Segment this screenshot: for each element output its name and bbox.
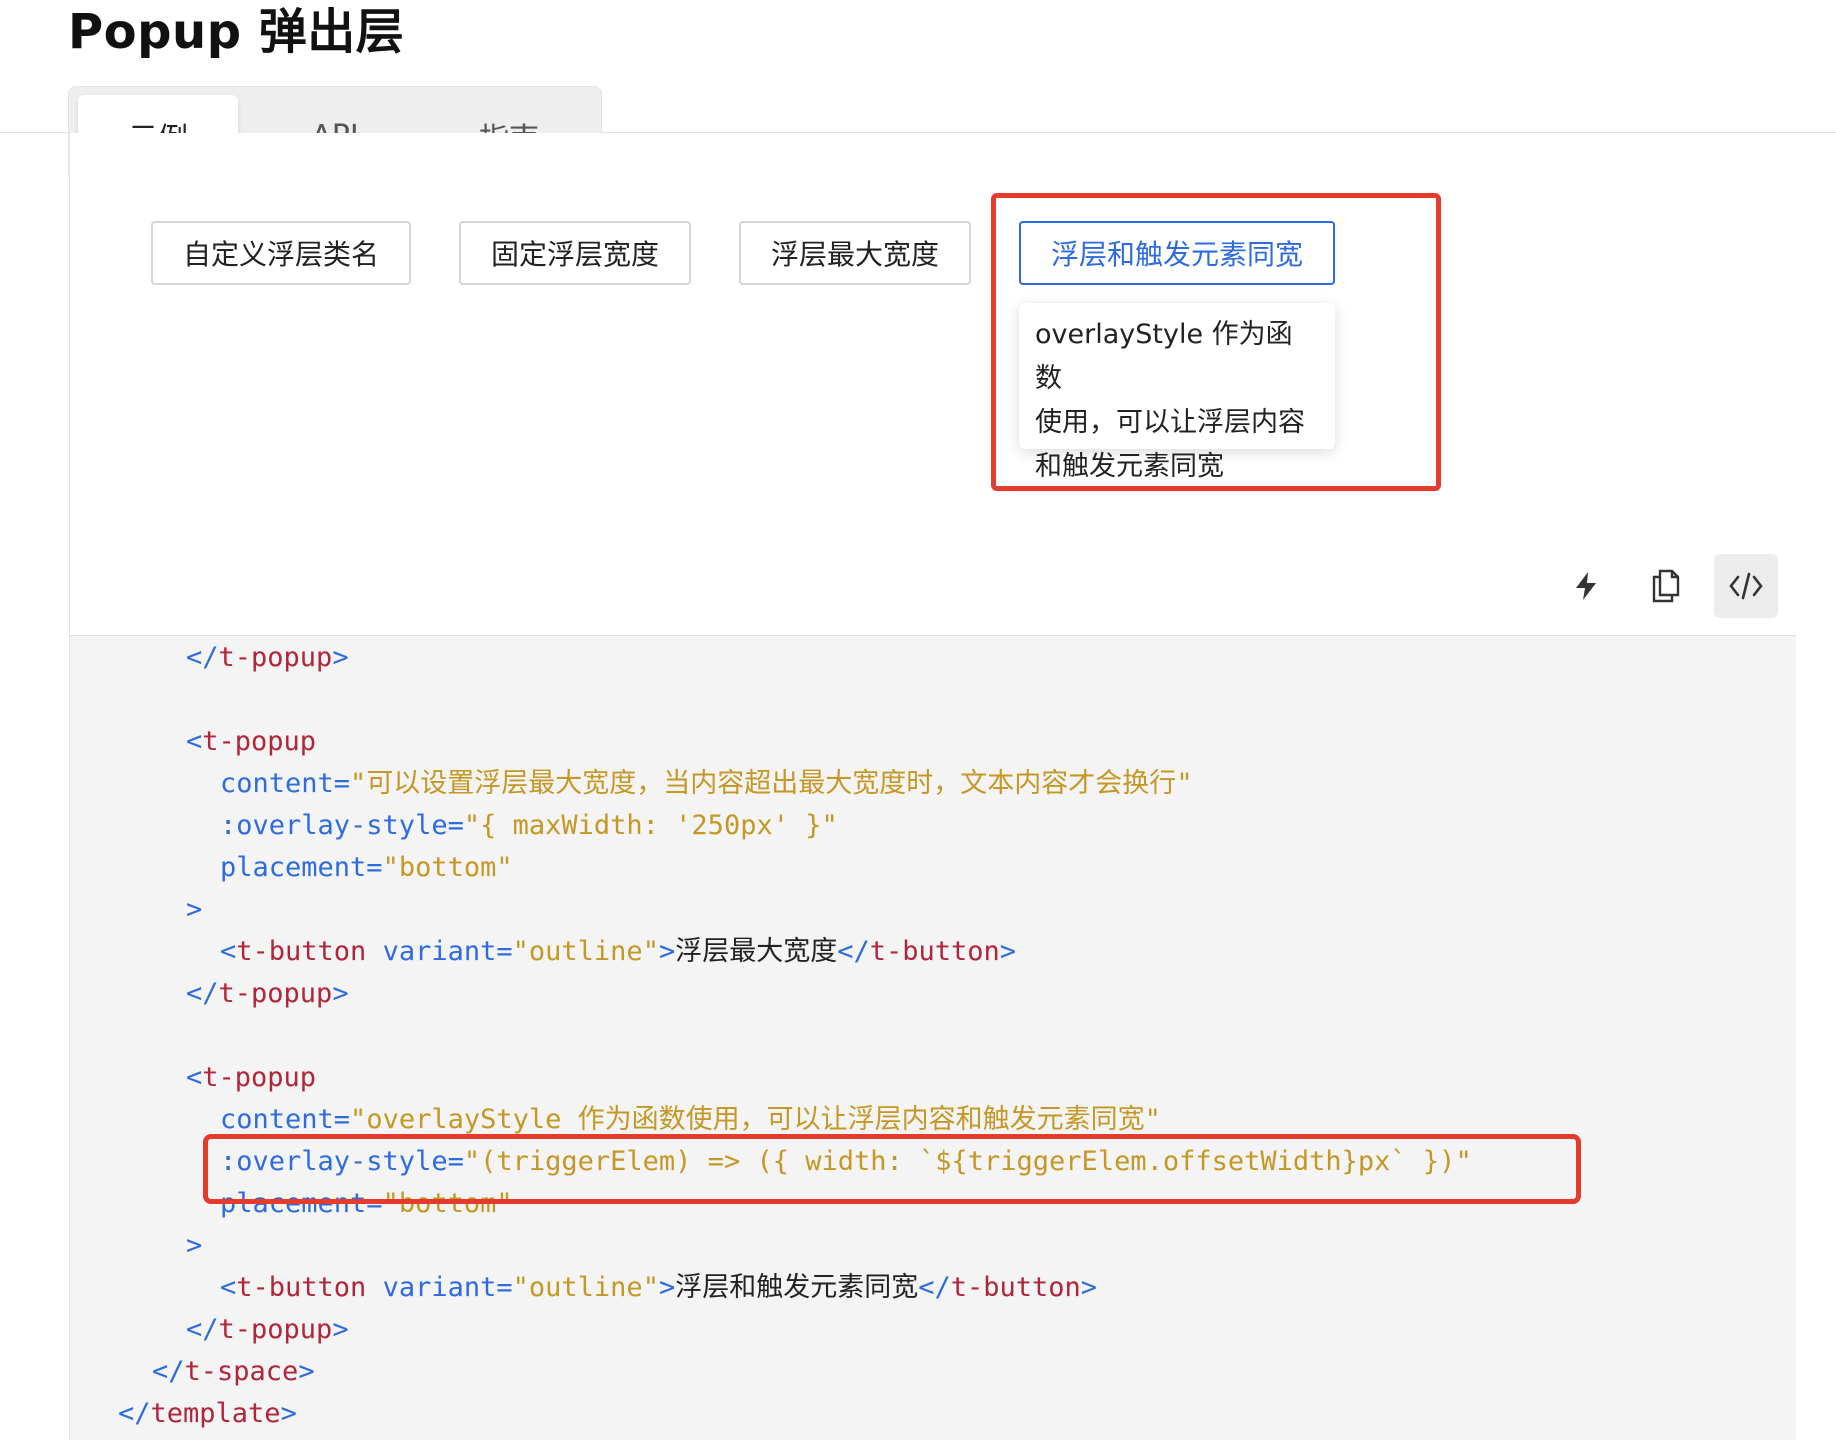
- code-line: placement="bottom": [220, 1188, 513, 1219]
- popup-line: 使用，可以让浮层内容: [1035, 407, 1305, 438]
- custom-overlay-class-button[interactable]: 自定义浮层类名: [151, 221, 411, 285]
- popup-overlay: overlayStyle 作为函数 使用，可以让浮层内容 和触发元素同宽: [1019, 303, 1335, 482]
- lightning-icon[interactable]: [1554, 554, 1618, 618]
- demo-card: 自定义浮层类名 固定浮层宽度 浮层最大宽度 浮层和触发元素同宽 overlayS…: [69, 133, 1796, 1440]
- code-line: </t-popup>: [186, 1314, 349, 1345]
- code-line: <t-button variant="outline">浮层和触发元素同宽</t…: [220, 1272, 1098, 1303]
- code-line: >: [186, 1230, 203, 1261]
- code-line: </template>: [118, 1398, 297, 1429]
- code-line: :overlay-style="{ maxWidth: '250px' }": [220, 810, 838, 841]
- code-line: content="可以设置浮层最大宽度，当内容超出最大宽度时，文本内容才会换行": [220, 768, 1193, 799]
- code-line: <t-popup: [186, 1062, 317, 1093]
- code-line: >: [186, 894, 203, 925]
- code-line: :overlay-style="(triggerElem) => ({ widt…: [220, 1146, 1472, 1177]
- code-line: </t-popup>: [186, 642, 349, 673]
- popup-line: 和触发元素同宽: [1035, 451, 1224, 482]
- code-line: content="overlayStyle 作为函数使用，可以让浮层内容和触发元…: [220, 1104, 1161, 1135]
- popup-line: overlayStyle 作为函数: [1035, 319, 1293, 394]
- code-line: <t-button variant="outline">浮层最大宽度</t-bu…: [220, 936, 1017, 967]
- code-line: <t-popup: [186, 726, 317, 757]
- copy-icon[interactable]: [1634, 554, 1698, 618]
- code-line: </t-popup>: [186, 978, 349, 1009]
- demo-preview: 自定义浮层类名 固定浮层宽度 浮层最大宽度 浮层和触发元素同宽 overlayS…: [70, 133, 1796, 635]
- code-line: </t-space>: [152, 1356, 315, 1387]
- code-view: </t-popup> <t-popup content="可以设置浮层最大宽度，…: [70, 635, 1796, 1440]
- code-line: placement="bottom": [220, 852, 513, 883]
- code-icon[interactable]: [1714, 554, 1778, 618]
- page-title: Popup 弹出层: [68, 4, 405, 60]
- fixed-overlay-width-button[interactable]: 固定浮层宽度: [459, 221, 691, 285]
- overlay-max-width-button[interactable]: 浮层最大宽度: [739, 221, 971, 285]
- overlay-same-width-button[interactable]: 浮层和触发元素同宽: [1019, 221, 1335, 285]
